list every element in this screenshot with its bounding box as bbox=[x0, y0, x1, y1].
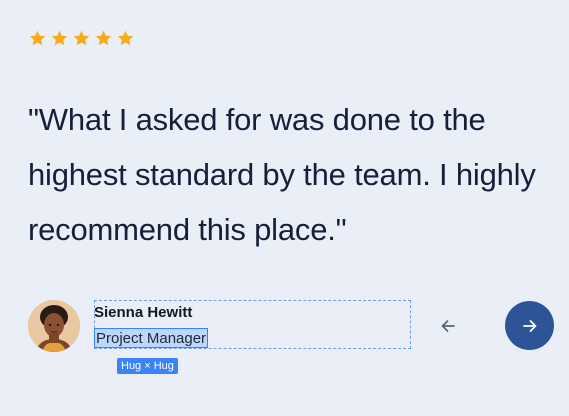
author-avatar bbox=[28, 300, 80, 352]
star-rating bbox=[28, 29, 135, 48]
arrow-right-icon bbox=[522, 319, 536, 332]
author-name: Sienna Hewitt bbox=[94, 304, 193, 321]
star-icon bbox=[51, 30, 68, 46]
testimonial-quote: "What I asked for was done to the highes… bbox=[28, 102, 536, 247]
next-button[interactable] bbox=[505, 301, 554, 350]
arrow-left-icon bbox=[441, 320, 455, 332]
size-badge: Hug × Hug bbox=[117, 358, 178, 374]
author-role[interactable]: Project Manager bbox=[94, 328, 209, 348]
previous-button[interactable] bbox=[432, 312, 464, 340]
star-icon bbox=[29, 30, 46, 46]
star-icon bbox=[117, 30, 134, 46]
star-icon bbox=[73, 30, 90, 46]
testimonial-card: "What I asked for was done to the highes… bbox=[0, 0, 569, 416]
star-icon bbox=[95, 30, 112, 46]
person-avatar-icon bbox=[28, 300, 80, 352]
